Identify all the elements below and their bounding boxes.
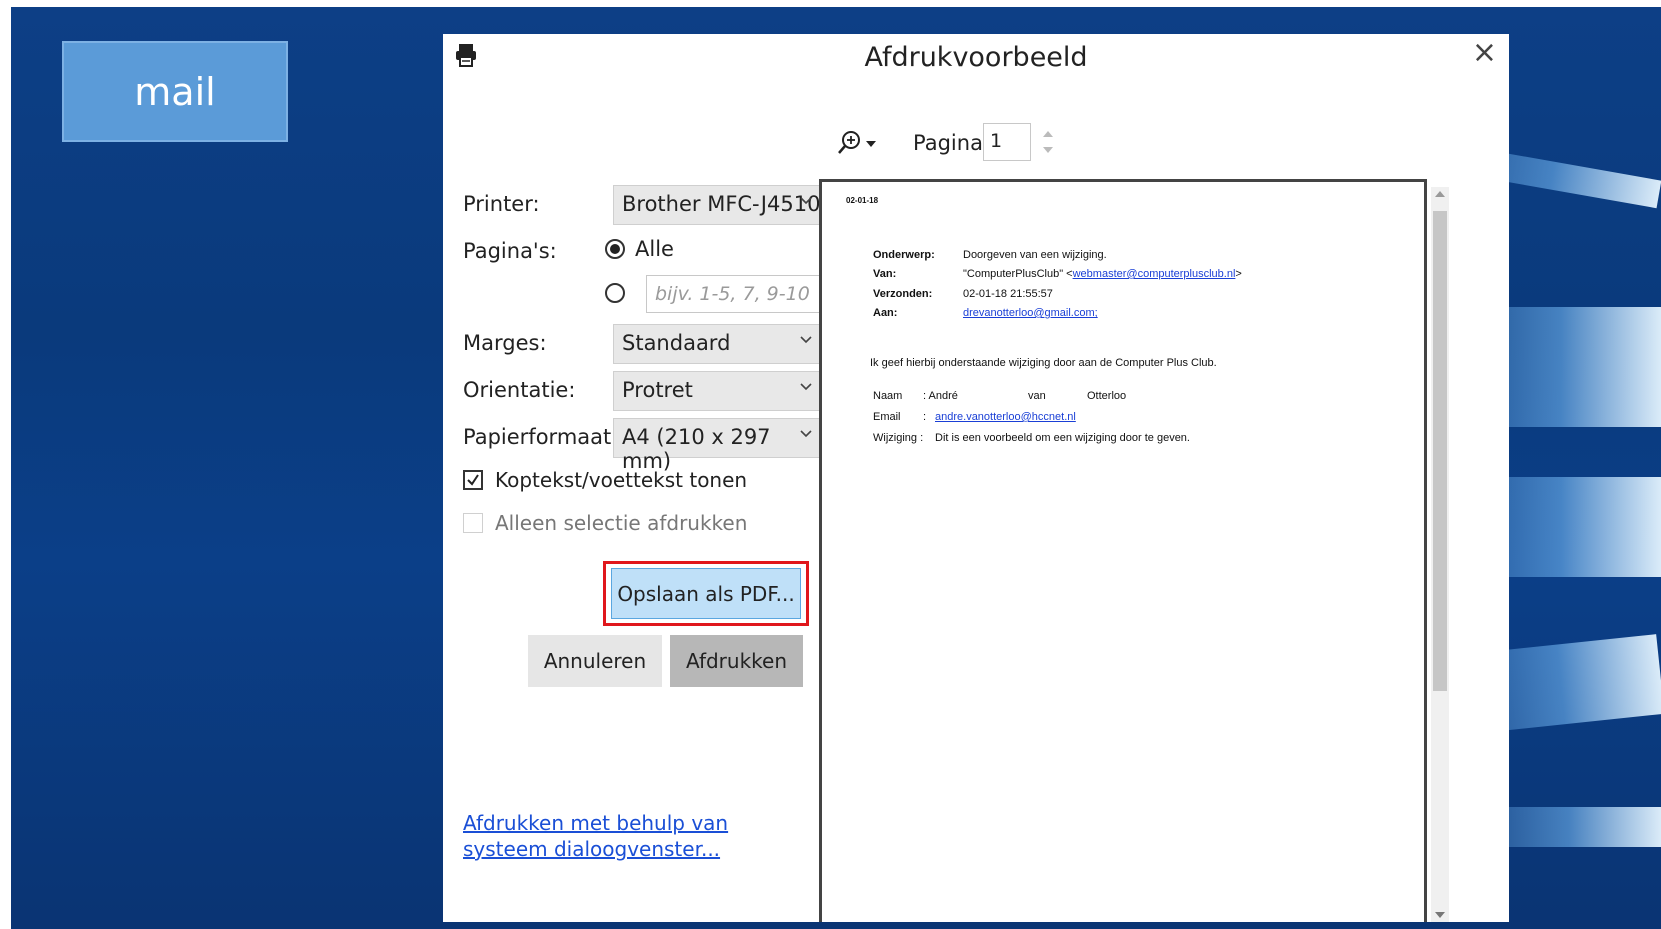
chevron-down-icon	[800, 383, 812, 391]
selection-only-label: Alleen selectie afdrukken	[495, 511, 748, 535]
zoom-icon[interactable]	[835, 128, 881, 158]
preview-to-value: drevanotterloo@gmail.com;	[963, 307, 1098, 319]
orientation-label: Orientatie:	[463, 378, 576, 402]
preview-email-value: andre.vanotterloo@hccnet.nl	[935, 411, 1076, 423]
header-footer-checkbox[interactable]	[463, 470, 483, 490]
save-as-pdf-button[interactable]: Opslaan als PDF...	[611, 568, 801, 619]
print-preview-page: 02-01-18 Onderwerp: Doorgeven van een wi…	[819, 179, 1427, 922]
margins-select-value: Standaard	[622, 331, 731, 355]
pages-range-radio[interactable]	[605, 283, 625, 303]
system-dialog-link[interactable]: Afdrukken met behulp van systeem dialoog…	[463, 810, 783, 862]
preview-sent-label: Verzonden:	[873, 288, 933, 300]
chevron-down-icon	[800, 430, 812, 438]
orientation-select-value: Protret	[622, 378, 693, 402]
preview-name-label: Naam	[873, 390, 903, 402]
dialog-title: Afdrukvoorbeeld	[864, 42, 1088, 73]
preview-subject-label: Onderwerp:	[873, 249, 935, 261]
preview-email-colon: :	[923, 411, 927, 423]
pages-range-input[interactable]: bijv. 1-5, 7, 9-10	[646, 275, 823, 313]
checkmark-icon	[467, 474, 479, 486]
cancel-button[interactable]: Annuleren	[528, 635, 662, 687]
print-preview-dialog: Afdrukvoorbeeld × Printer: Brother MFC-J…	[443, 34, 1509, 922]
preview-name-last: Otterloo	[1087, 390, 1127, 402]
preview-name-mid: van	[1028, 390, 1046, 402]
paper-size-select-value: A4 (210 x 297 mm)	[622, 425, 771, 473]
preview-email-label: Email	[873, 411, 901, 423]
margins-label: Marges:	[463, 331, 547, 355]
scrollbar-thumb[interactable]	[1433, 211, 1447, 691]
pages-all-radio[interactable]	[605, 239, 625, 259]
pages-all-label: Alle	[635, 237, 674, 261]
page-number-input[interactable]: 1	[983, 123, 1031, 161]
chevron-down-icon	[800, 336, 812, 344]
preview-sent-value: 02-01-18 21:55:57	[963, 288, 1053, 300]
printer-select[interactable]: Brother MFC-J4510	[613, 185, 823, 225]
scroll-down-icon[interactable]	[1435, 912, 1445, 918]
preview-body-line: Ik geef hierbij onderstaande wijziging d…	[870, 357, 1217, 369]
mail-tile-label: mail	[134, 69, 216, 114]
preview-to-label: Aan:	[873, 307, 898, 319]
paper-size-select[interactable]: A4 (210 x 297 mm)	[613, 418, 823, 473]
print-button[interactable]: Afdrukken	[670, 635, 803, 687]
preview-from-name: "ComputerPlusClub" <	[963, 268, 1073, 280]
preview-name-first: : André	[923, 390, 958, 402]
preview-change-label: Wijziging :	[873, 432, 924, 444]
orientation-select[interactable]: Protret	[613, 371, 823, 411]
header-footer-label: Koptekst/voettekst tonen	[495, 468, 748, 492]
preview-from-end: >	[1235, 268, 1242, 280]
scroll-up-icon[interactable]	[1435, 191, 1445, 197]
preview-from-email: webmaster@computerplusclub.nl	[1072, 268, 1236, 280]
printer-label: Printer:	[463, 192, 540, 216]
close-icon[interactable]: ×	[1472, 38, 1497, 68]
preview-from-label: Van:	[873, 268, 897, 280]
page-number-label: Pagina:	[913, 131, 991, 155]
mail-tile[interactable]: mail	[62, 41, 288, 142]
preview-scrollbar[interactable]	[1431, 187, 1449, 922]
page-spinner-icon[interactable]	[1041, 126, 1055, 158]
paper-size-label: Papierformaat:	[463, 425, 619, 449]
selection-only-checkbox	[463, 513, 483, 533]
chevron-down-icon	[800, 197, 812, 205]
margins-select[interactable]: Standaard	[613, 324, 823, 364]
printer-select-value: Brother MFC-J4510	[622, 192, 821, 216]
preview-from-value: "ComputerPlusClub" <webmaster@computerpl…	[963, 268, 1242, 280]
pages-label: Pagina's:	[463, 239, 557, 263]
preview-change-value: Dit is een voorbeeld om een wijziging do…	[935, 432, 1190, 444]
preview-date: 02-01-18	[846, 196, 879, 205]
preview-subject-value: Doorgeven van een wijziging.	[963, 249, 1107, 261]
